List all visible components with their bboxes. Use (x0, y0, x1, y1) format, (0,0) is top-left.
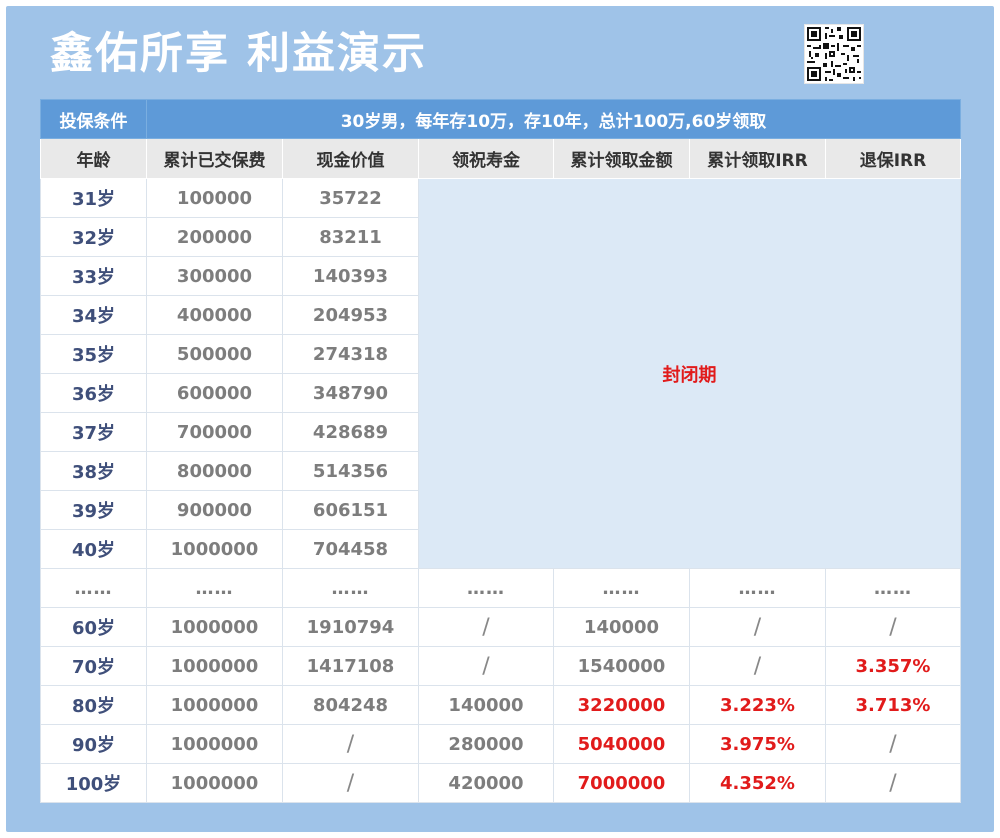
table-row: 90岁 1000000 / 280000 5040000 3.975% / (40, 724, 961, 764)
column-header-premium: 累计已交保费 (146, 138, 283, 179)
column-header-bonus: 领祝寿金 (418, 138, 554, 179)
cash-value-cell: 83211 (282, 217, 419, 257)
premium-cell: 100000 (146, 178, 283, 218)
cash-value-cell: 348790 (282, 373, 419, 413)
total-received-cell: 1540000 (553, 646, 690, 686)
age-cell: 80岁 (40, 685, 147, 725)
surrender-irr-cell: / (825, 607, 961, 647)
total-irr-cell: 3.975% (689, 724, 826, 764)
bonus-cell: 420000 (418, 763, 554, 803)
cash-value-cell: 1417108 (282, 646, 419, 686)
age-cell: 70岁 (40, 646, 147, 686)
benefit-table: 投保条件 30岁男，每年存10万，存10年，总计100万,60岁领取 年龄 累计… (40, 99, 961, 803)
premium-cell: 600000 (146, 373, 283, 413)
age-cell: 31岁 (40, 178, 147, 218)
cash-value-cell: 140393 (282, 256, 419, 296)
total-received-cell: 140000 (553, 607, 690, 647)
ellipsis-row: …… …… …… …… …… …… …… (40, 568, 961, 608)
column-header-total-received: 累计领取金额 (553, 138, 690, 179)
total-received-cell: 7000000 (553, 763, 690, 803)
cash-value-cell: 1910794 (282, 607, 419, 647)
conditions-row: 投保条件 30岁男，每年存10万，存10年，总计100万,60岁领取 (40, 99, 961, 139)
total-irr-cell: / (689, 646, 826, 686)
ellipsis-cell: …… (282, 568, 419, 608)
cash-value-cell: 274318 (282, 334, 419, 374)
age-cell: 100岁 (40, 763, 147, 803)
premium-cell: 700000 (146, 412, 283, 452)
column-header-surrender-irr: 退保IRR (825, 138, 961, 179)
conditions-text: 30岁男，每年存10万，存10年，总计100万,60岁领取 (146, 99, 961, 139)
cash-value-cell: 428689 (282, 412, 419, 452)
surrender-irr-cell: / (825, 763, 961, 803)
premium-cell: 900000 (146, 490, 283, 530)
bonus-cell: 280000 (418, 724, 554, 764)
ellipsis-cell: …… (146, 568, 283, 608)
conditions-label: 投保条件 (40, 99, 147, 139)
age-cell: 38岁 (40, 451, 147, 491)
cash-value-cell: 204953 (282, 295, 419, 335)
age-cell: 90岁 (40, 724, 147, 764)
cash-value-cell: 704458 (282, 529, 419, 569)
total-irr-cell: / (689, 607, 826, 647)
ellipsis-cell: …… (689, 568, 826, 608)
premium-cell: 1000000 (146, 529, 283, 569)
closed-period-cell: 封闭期 (418, 178, 961, 569)
total-received-cell: 5040000 (553, 724, 690, 764)
total-irr-cell: 4.352% (689, 763, 826, 803)
ellipsis-cell: …… (418, 568, 554, 608)
surrender-irr-cell: 3.713% (825, 685, 961, 725)
table-row: 100岁 1000000 / 420000 7000000 4.352% / (40, 763, 961, 803)
age-cell: 37岁 (40, 412, 147, 452)
column-header-row: 年龄 累计已交保费 现金价值 领祝寿金 累计领取金额 累计领取IRR 退保IRR (40, 138, 961, 179)
page-title: 鑫佑所享 利益演示 (50, 29, 427, 79)
premium-cell: 1000000 (146, 607, 283, 647)
age-cell: 36岁 (40, 373, 147, 413)
ellipsis-cell: …… (553, 568, 690, 608)
cash-value-cell: / (282, 763, 419, 803)
premium-cell: 1000000 (146, 685, 283, 725)
cash-value-cell: 35722 (282, 178, 419, 218)
bonus-cell: / (418, 607, 554, 647)
column-header-total-irr: 累计领取IRR (689, 138, 826, 179)
premium-cell: 800000 (146, 451, 283, 491)
premium-cell: 1000000 (146, 646, 283, 686)
premium-cell: 400000 (146, 295, 283, 335)
cash-value-cell: 606151 (282, 490, 419, 530)
surrender-irr-cell: / (825, 724, 961, 764)
age-cell: 35岁 (40, 334, 147, 374)
age-cell: 34岁 (40, 295, 147, 335)
table-row: 70岁 1000000 1417108 / 1540000 / 3.357% (40, 646, 961, 686)
table-row: 60岁 1000000 1910794 / 140000 / / (40, 607, 961, 647)
age-cell: 60岁 (40, 607, 147, 647)
age-cell: 39岁 (40, 490, 147, 530)
cash-value-cell: 804248 (282, 685, 419, 725)
premium-cell: 1000000 (146, 763, 283, 803)
surrender-irr-cell: 3.357% (825, 646, 961, 686)
qr-code-icon (804, 24, 864, 84)
age-cell: 33岁 (40, 256, 147, 296)
ellipsis-cell: …… (825, 568, 961, 608)
bonus-cell: / (418, 646, 554, 686)
age-cell: 32岁 (40, 217, 147, 257)
premium-cell: 1000000 (146, 724, 283, 764)
premium-cell: 300000 (146, 256, 283, 296)
cash-value-cell: / (282, 724, 419, 764)
premium-cell: 200000 (146, 217, 283, 257)
total-irr-cell: 3.223% (689, 685, 826, 725)
premium-cell: 500000 (146, 334, 283, 374)
cash-value-cell: 514356 (282, 451, 419, 491)
total-received-cell: 3220000 (553, 685, 690, 725)
age-cell: 40岁 (40, 529, 147, 569)
column-header-cash-value: 现金价值 (282, 138, 419, 179)
bonus-cell: 140000 (418, 685, 554, 725)
table-row: 80岁 1000000 804248 140000 3220000 3.223%… (40, 685, 961, 725)
column-header-age: 年龄 (40, 138, 147, 179)
table-row: 31岁 100000 35722 封闭期 (40, 178, 961, 569)
ellipsis-cell: …… (40, 568, 147, 608)
